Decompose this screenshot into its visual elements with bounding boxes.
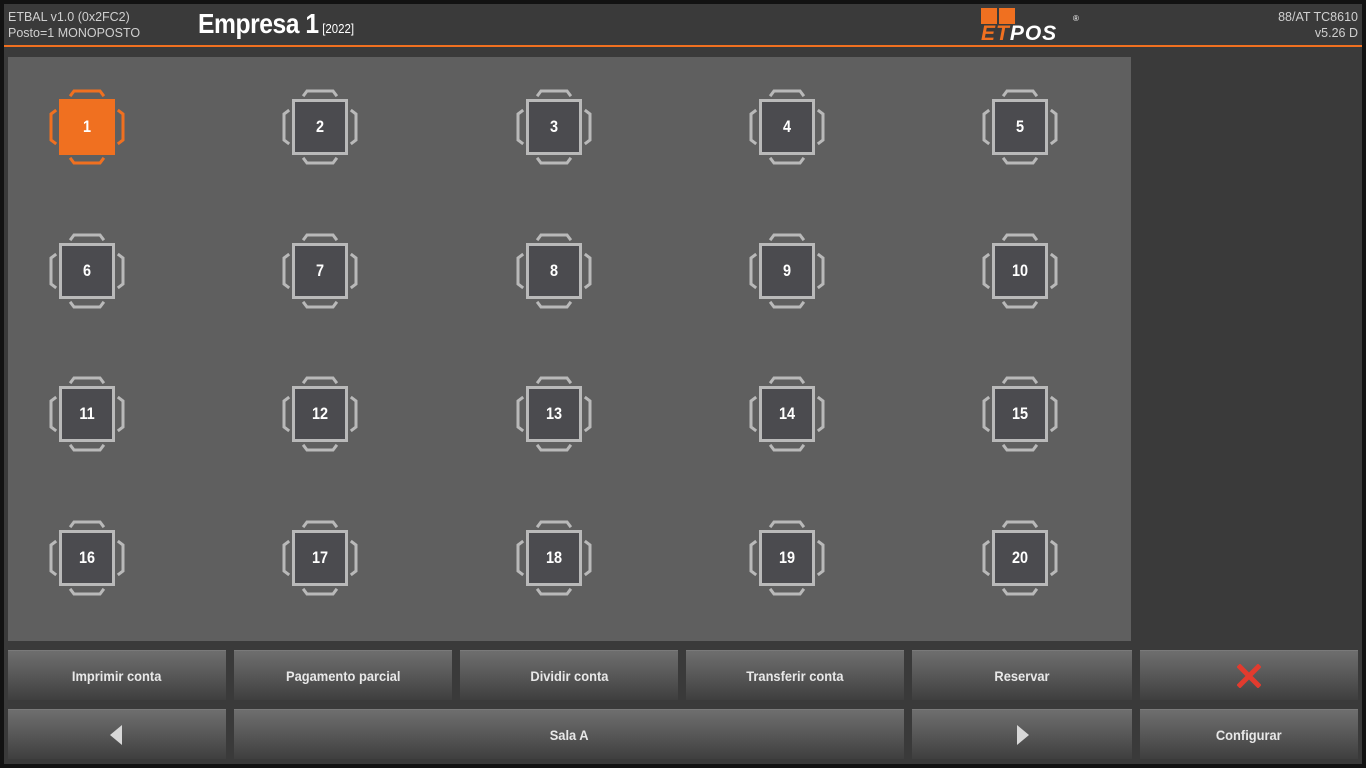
- logo-registered-mark: ®: [1073, 14, 1079, 23]
- table-10[interactable]: 10: [978, 229, 1062, 313]
- table-number: 10: [1011, 261, 1029, 280]
- triangle-right-icon: [1017, 724, 1029, 745]
- company-name: Empresa 1: [198, 8, 319, 39]
- floor-plan: 1 2 3 4 5 6 7 8 9 10 11 12 13 14 15 16 17 18 19 20: [8, 57, 1131, 641]
- table-11[interactable]: 11: [45, 372, 129, 456]
- header: ETBAL v1.0 (0x2FC2) Posto=1 MONOPOSTO Em…: [4, 4, 1362, 47]
- transfer-bill-label: Transferir conta: [746, 667, 844, 684]
- table-20[interactable]: 20: [978, 516, 1062, 600]
- side-panel: [1135, 57, 1362, 641]
- partial-payment-button[interactable]: Pagamento parcial: [234, 650, 452, 700]
- room-selector[interactable]: Sala A: [234, 709, 904, 759]
- table-19[interactable]: 19: [745, 516, 829, 600]
- table-number: 2: [315, 117, 325, 136]
- table-14[interactable]: 14: [745, 372, 829, 456]
- reserve-label: Reservar: [994, 667, 1050, 684]
- table-number: 19: [778, 548, 796, 567]
- table-13[interactable]: 13: [512, 372, 596, 456]
- table-number: 20: [1011, 548, 1029, 567]
- table-3[interactable]: 3: [512, 85, 596, 169]
- table-17[interactable]: 17: [278, 516, 362, 600]
- split-bill-label: Dividir conta: [529, 667, 608, 684]
- table-number: 17: [311, 548, 329, 567]
- table-8[interactable]: 8: [512, 229, 596, 313]
- etpos-logo: ETPOS ®: [981, 8, 1081, 45]
- table-5[interactable]: 5: [978, 85, 1062, 169]
- table-18[interactable]: 18: [512, 516, 596, 600]
- header-divider: [4, 45, 1362, 47]
- table-number: 1: [82, 117, 92, 136]
- table-number: 4: [782, 117, 792, 136]
- table-number: 14: [778, 404, 796, 423]
- table-number: 9: [782, 261, 792, 280]
- table-number: 16: [78, 548, 96, 567]
- table-number: 8: [549, 261, 559, 280]
- print-bill-button[interactable]: Imprimir conta: [8, 650, 226, 700]
- app-window: ETBAL v1.0 (0x2FC2) Posto=1 MONOPOSTO Em…: [4, 4, 1362, 764]
- table-6[interactable]: 6: [45, 229, 129, 313]
- table-9[interactable]: 9: [745, 229, 829, 313]
- close-button[interactable]: [1140, 650, 1358, 700]
- software-version: v5.26 D: [1314, 26, 1358, 40]
- partial-payment-label: Pagamento parcial: [285, 667, 401, 684]
- table-1[interactable]: 1: [45, 85, 129, 169]
- table-15[interactable]: 15: [978, 372, 1062, 456]
- configure-label: Configurar: [1216, 726, 1282, 743]
- room-label: Sala A: [549, 726, 589, 743]
- triangle-left-icon: [110, 724, 122, 745]
- next-room-button[interactable]: [912, 709, 1132, 759]
- year-label: [2022]: [322, 21, 355, 36]
- table-number: 12: [311, 404, 329, 423]
- table-2[interactable]: 2: [278, 85, 362, 169]
- device-model: 88/AT TC8610: [1278, 10, 1358, 24]
- table-number: 13: [545, 404, 563, 423]
- station-info: Posto=1 MONOPOSTO: [8, 26, 141, 40]
- configure-button[interactable]: Configurar: [1140, 709, 1358, 759]
- split-bill-button[interactable]: Dividir conta: [460, 650, 678, 700]
- table-number: 15: [1011, 404, 1029, 423]
- table-number: 6: [82, 261, 92, 280]
- print-bill-label: Imprimir conta: [72, 667, 162, 684]
- table-4[interactable]: 4: [745, 85, 829, 169]
- logo-text: ETPOS: [981, 22, 1058, 45]
- app-info: ETBAL v1.0 (0x2FC2) Posto=1 MONOPOSTO: [8, 9, 140, 41]
- page-title: Empresa 1 [2022]: [198, 8, 354, 40]
- transfer-bill-button[interactable]: Transferir conta: [686, 650, 904, 700]
- table-number: 18: [545, 548, 563, 567]
- table-12[interactable]: 12: [278, 372, 362, 456]
- table-number: 11: [79, 404, 95, 423]
- table-number: 5: [1015, 117, 1025, 136]
- table-16[interactable]: 16: [45, 516, 129, 600]
- table-7[interactable]: 7: [278, 229, 362, 313]
- table-number: 3: [549, 117, 559, 136]
- table-number: 7: [315, 261, 325, 280]
- device-info: 88/AT TC8610 v5.26 D: [1278, 9, 1358, 41]
- app-name: ETBAL v1.0 (0x2FC2): [8, 10, 130, 24]
- reserve-button[interactable]: Reservar: [912, 650, 1132, 700]
- previous-room-button[interactable]: [8, 709, 226, 759]
- close-x-icon: [1237, 663, 1261, 688]
